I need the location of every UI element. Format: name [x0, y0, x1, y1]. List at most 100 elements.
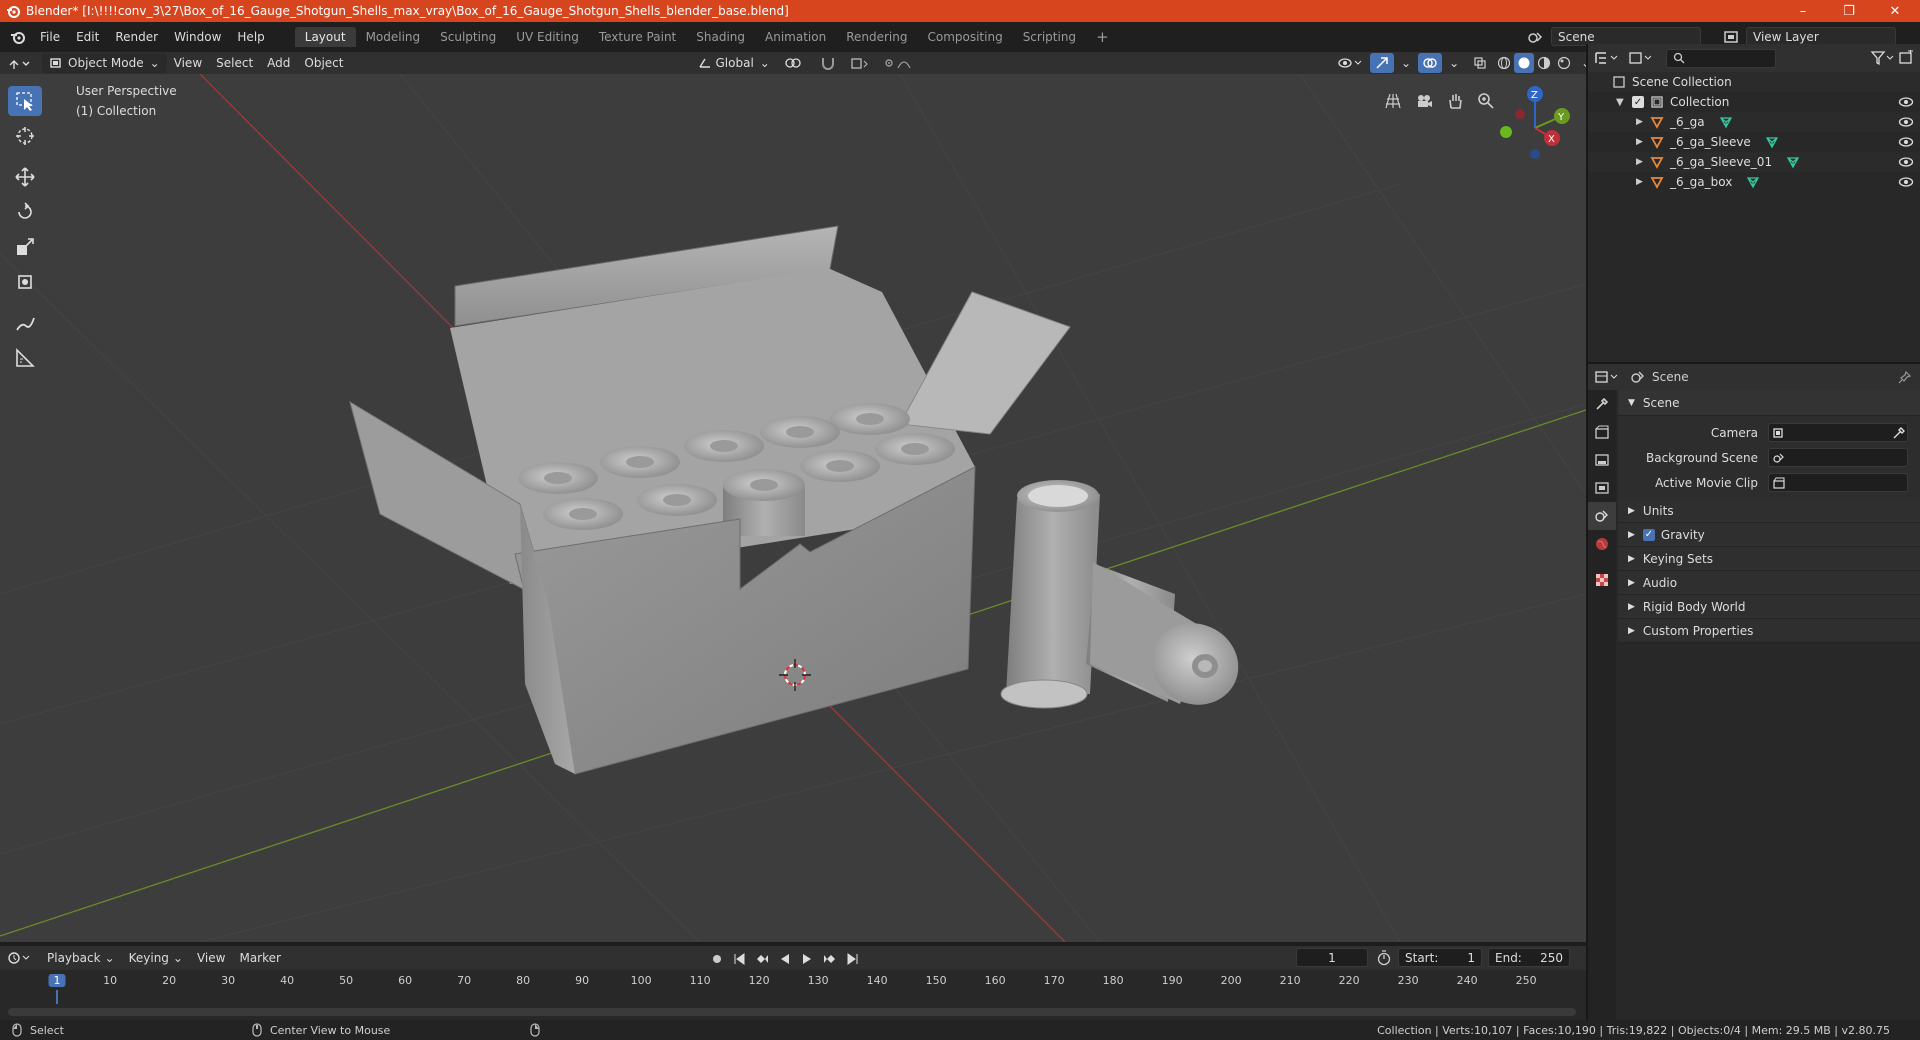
- play-button[interactable]: [797, 949, 817, 969]
- menu-keying[interactable]: Keying ⌄: [122, 948, 190, 968]
- tab-world[interactable]: [1588, 530, 1616, 558]
- play-reverse-button[interactable]: [775, 949, 795, 969]
- menu-marker[interactable]: Marker: [232, 948, 287, 968]
- xray-toggle[interactable]: [1466, 53, 1494, 73]
- active-movie-clip-field[interactable]: [1768, 473, 1908, 492]
- visibility-eye-icon[interactable]: [1898, 176, 1914, 188]
- menu-view[interactable]: View: [167, 53, 209, 73]
- outliner-row-object[interactable]: ▶ _6_ga_box: [1588, 172, 1920, 192]
- menu-file[interactable]: File: [32, 30, 68, 44]
- pivot-selector[interactable]: [777, 53, 813, 73]
- 3d-viewport[interactable]: Z Y X User Perspective (1) Collection: [0, 74, 1586, 942]
- snap-toggle[interactable]: [813, 53, 843, 73]
- tab-modeling[interactable]: Modeling: [356, 27, 431, 47]
- new-collection-icon[interactable]: [1898, 50, 1914, 66]
- shading-solid[interactable]: [1514, 53, 1535, 73]
- timeline-editor-type[interactable]: [0, 948, 40, 968]
- visibility-eye-icon[interactable]: [1898, 156, 1914, 168]
- tab-compositing[interactable]: Compositing: [917, 27, 1012, 47]
- gravity-checkbox[interactable]: ✓: [1642, 528, 1655, 541]
- expand-arrow-icon[interactable]: ▶: [1636, 137, 1646, 147]
- move-tool[interactable]: [8, 162, 42, 192]
- stopwatch-icon[interactable]: [1376, 950, 1392, 966]
- visibility-eye-icon[interactable]: [1898, 96, 1914, 108]
- auto-keying-button[interactable]: [707, 949, 727, 969]
- navigation-gizmo[interactable]: Z Y X: [1500, 86, 1570, 159]
- camera-view-button[interactable]: [1411, 88, 1437, 114]
- shading-wireframe[interactable]: [1494, 53, 1514, 73]
- menu-render[interactable]: Render: [107, 30, 166, 44]
- units-panel[interactable]: ▶ Units: [1618, 499, 1920, 523]
- audio-panel[interactable]: ▶ Audio: [1618, 571, 1920, 595]
- outliner-editor-icon[interactable]: [1594, 50, 1622, 66]
- shading-rendered[interactable]: [1554, 53, 1574, 73]
- timeline-area[interactable]: 1 10 20 30 40 50 60 70 80 90 100 110 120 130 140 150 160…: [0, 970, 1586, 1020]
- start-frame-field[interactable]: Start: 1: [1398, 948, 1482, 967]
- tab-render[interactable]: [1588, 418, 1616, 446]
- maximize-button[interactable]: ❐: [1826, 0, 1872, 22]
- view-layer-icon[interactable]: [1722, 29, 1742, 45]
- jump-end-button[interactable]: [843, 949, 863, 969]
- menu-edit[interactable]: Edit: [68, 30, 107, 44]
- overlays-options[interactable]: ⌄: [1442, 53, 1466, 73]
- tab-layout[interactable]: Layout: [294, 27, 356, 47]
- menu-timeline-view[interactable]: View: [190, 948, 232, 968]
- gizmo-options[interactable]: ⌄: [1394, 53, 1418, 73]
- outliner-row-object[interactable]: ▶ _6_ga: [1588, 112, 1920, 132]
- shading-material[interactable]: [1534, 53, 1554, 73]
- gizmo-toggle[interactable]: [1370, 53, 1394, 73]
- tab-shading[interactable]: Shading: [686, 27, 755, 47]
- pan-view-button[interactable]: [1442, 88, 1468, 114]
- shell-box-model[interactable]: [349, 225, 1071, 775]
- outliner-row-collection[interactable]: ▼ ✓ Collection: [1588, 92, 1920, 112]
- tab-animation[interactable]: Animation: [755, 27, 836, 47]
- properties-editor-icon[interactable]: [1594, 369, 1622, 385]
- outliner-row-object[interactable]: ▶ _6_ga_Sleeve: [1588, 132, 1920, 152]
- scale-tool[interactable]: [8, 232, 42, 262]
- menu-select[interactable]: Select: [209, 53, 260, 73]
- visibility-selector[interactable]: [1330, 53, 1370, 73]
- standing-shell-model[interactable]: [1000, 480, 1100, 709]
- editor-type-button[interactable]: [0, 53, 38, 73]
- overlays-toggle[interactable]: [1418, 53, 1443, 73]
- tab-texture-paint[interactable]: Texture Paint: [589, 27, 686, 47]
- prev-keyframe-button[interactable]: [751, 949, 773, 969]
- tab-output[interactable]: [1588, 446, 1616, 474]
- outliner-search-input[interactable]: [1666, 48, 1776, 68]
- visibility-eye-icon[interactable]: [1898, 136, 1914, 148]
- proportional-edit-toggle[interactable]: [877, 53, 925, 73]
- camera-field[interactable]: [1768, 423, 1908, 442]
- select-box-tool[interactable]: [8, 86, 42, 116]
- frame-ruler[interactable]: 1 10 20 30 40 50 60 70 80 90 100 110 120 130 140 150 160…: [0, 972, 1586, 990]
- scene-section-header[interactable]: ▼ Scene: [1618, 390, 1920, 416]
- current-frame-field[interactable]: 1: [1296, 948, 1368, 967]
- close-button[interactable]: ✕: [1872, 0, 1918, 22]
- scene-icon[interactable]: [1527, 29, 1547, 45]
- menu-help[interactable]: Help: [229, 30, 272, 44]
- transform-tool[interactable]: [8, 267, 42, 297]
- tab-sculpting[interactable]: Sculpting: [430, 27, 506, 47]
- gravity-panel[interactable]: ▶ ✓ Gravity: [1618, 523, 1920, 547]
- keying-sets-panel[interactable]: ▶ Keying Sets: [1618, 547, 1920, 571]
- rotate-tool[interactable]: [8, 197, 42, 227]
- add-workspace-button[interactable]: +: [1086, 25, 1119, 49]
- visibility-eye-icon[interactable]: [1898, 116, 1914, 128]
- blender-menu-icon[interactable]: [10, 30, 26, 44]
- minimize-button[interactable]: –: [1780, 0, 1826, 22]
- cursor-tool[interactable]: [8, 121, 42, 151]
- menu-add[interactable]: Add: [260, 53, 297, 73]
- orientation-selector[interactable]: Global ⌄: [691, 53, 777, 73]
- snap-target-selector[interactable]: [843, 53, 877, 73]
- menu-window[interactable]: Window: [166, 30, 229, 44]
- tab-uv-editing[interactable]: UV Editing: [506, 27, 589, 47]
- expand-arrow-icon[interactable]: ▶: [1636, 157, 1646, 167]
- tab-texture[interactable]: [1588, 566, 1616, 594]
- menu-playback[interactable]: Playback ⌄: [40, 948, 122, 968]
- display-mode-icon[interactable]: [1628, 50, 1656, 66]
- tab-tool[interactable]: [1588, 390, 1616, 418]
- end-frame-field[interactable]: End: 250: [1488, 948, 1570, 967]
- lying-shell-model[interactable]: [1086, 562, 1252, 719]
- measure-tool[interactable]: [8, 343, 42, 373]
- next-keyframe-button[interactable]: [819, 949, 841, 969]
- tab-view-layer[interactable]: [1588, 474, 1616, 502]
